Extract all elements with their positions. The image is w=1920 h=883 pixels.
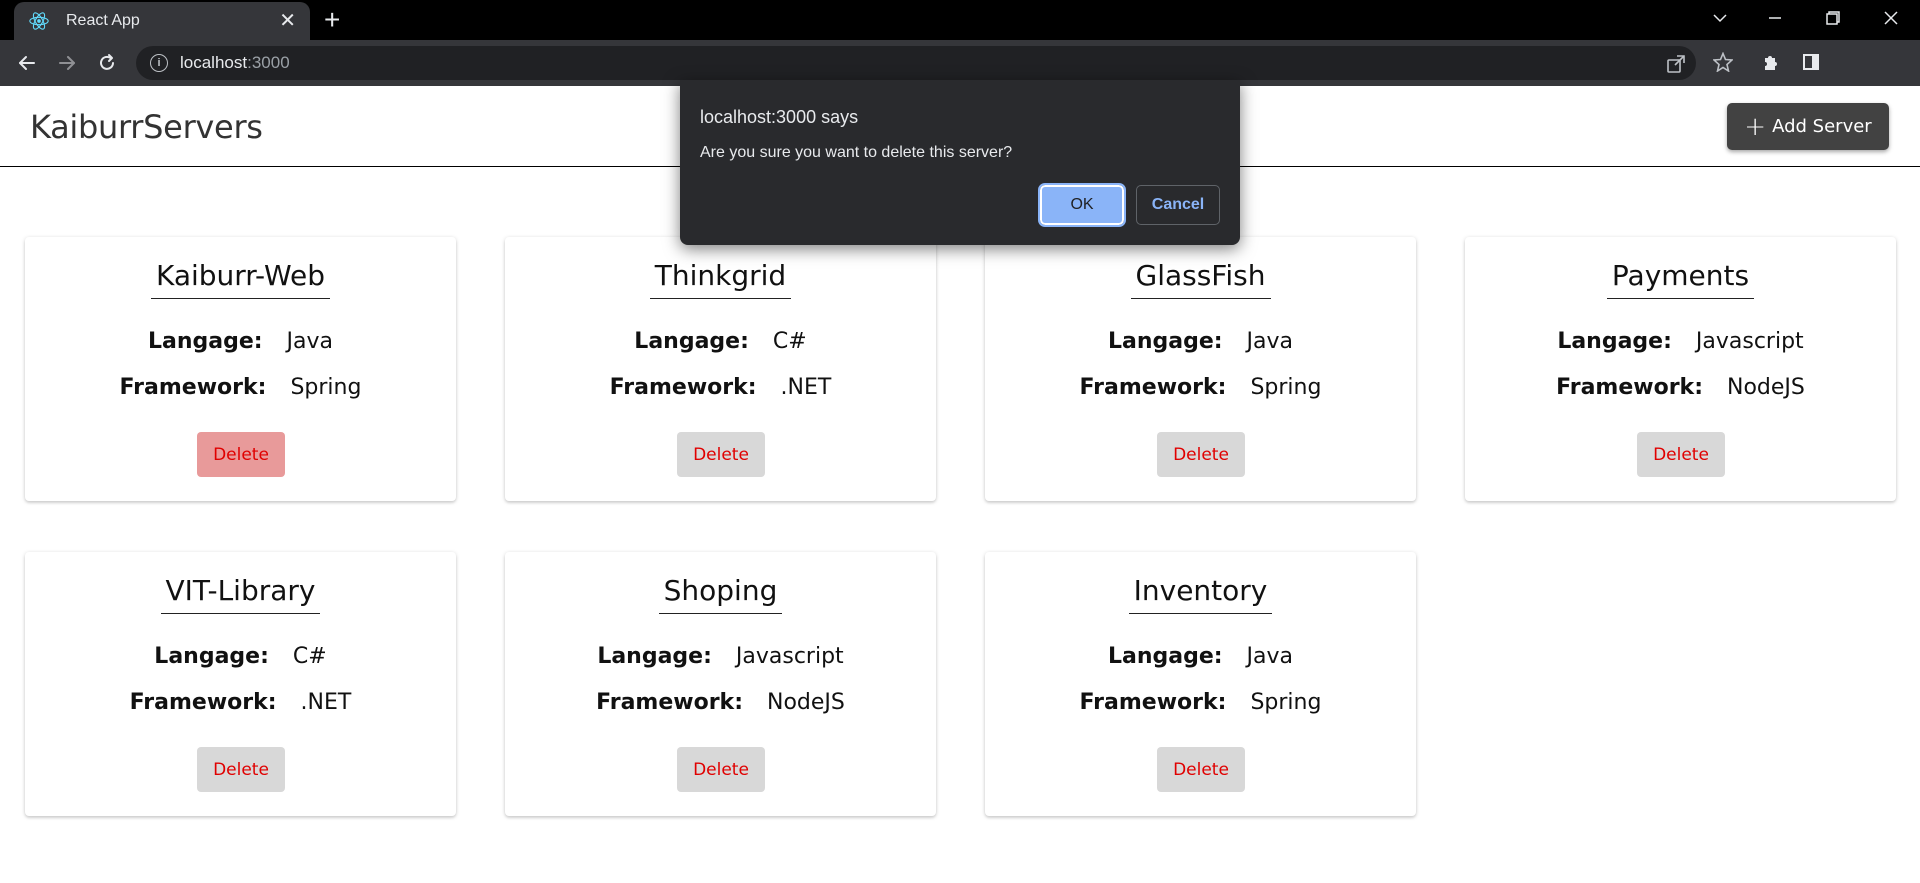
language-label: Langage: (597, 644, 712, 669)
language-label: Langage: (1107, 644, 1223, 669)
dialog-title: localhost:3000 says (700, 107, 859, 127)
language-value: Java (1246, 644, 1294, 669)
address-bar[interactable]: i localhost:3000 (136, 46, 1696, 80)
tab-title: React App (66, 12, 140, 29)
delete-button[interactable]: Delete (677, 432, 765, 477)
language-value: Javascript (1695, 329, 1804, 354)
dialog-ok-button[interactable]: OK (1038, 183, 1126, 227)
framework-value: Spring (1250, 690, 1322, 715)
side-panel-icon[interactable] (1801, 52, 1821, 77)
server-card: VIT-Library Langage: C# Framework: .NET De… (25, 552, 456, 816)
server-name: Payments (1606, 259, 1755, 299)
dialog-message: Are you sure you want to delete this ser… (700, 144, 1013, 161)
server-card: Thinkgrid Langage: C# Framework: .NET Dele… (505, 237, 936, 501)
framework-value: .NET (300, 690, 352, 715)
language-label: Langage: (147, 329, 263, 354)
framework-label: Framework: (609, 375, 757, 400)
framework-value: .NET (780, 375, 832, 400)
server-card: Inventory Langage: Java Framework: Spring … (985, 552, 1416, 816)
restore-icon[interactable] (1813, 0, 1853, 36)
framework-value: Spring (1250, 375, 1322, 400)
delete-button[interactable]: Delete (677, 747, 765, 792)
framework-value: NodeJS (1727, 375, 1805, 400)
server-card: Payments Langage: Javascript Framework: No… (1465, 237, 1896, 501)
framework-value: Spring (290, 375, 362, 400)
server-name: Thinkgrid (649, 259, 792, 299)
framework-label: Framework: (1079, 690, 1227, 715)
language-value: Java (286, 329, 334, 354)
url-host: localhost (180, 53, 248, 72)
language-value: Javascript (735, 644, 844, 669)
framework-label: Framework: (1556, 375, 1703, 400)
server-name: VIT-Library (160, 574, 321, 614)
language-label: Langage: (1107, 329, 1223, 354)
language-value: Java (1246, 329, 1294, 354)
language-label: Langage: (1557, 329, 1672, 354)
tab-search-icon[interactable] (1700, 0, 1740, 36)
minimize-icon[interactable] (1755, 0, 1795, 36)
extensions-puzzle-icon[interactable] (1761, 52, 1781, 77)
plus-icon: + (1744, 111, 1767, 142)
reload-icon[interactable] (94, 50, 120, 76)
framework-label: Framework: (1079, 375, 1227, 400)
language-label: Langage: (154, 644, 269, 669)
react-logo-icon (29, 12, 49, 30)
framework-value: NodeJS (767, 690, 845, 715)
share-icon[interactable] (1666, 54, 1686, 79)
language-value: C# (772, 329, 807, 354)
confirm-dialog: localhost:3000 says Are you sure you wan… (680, 80, 1240, 245)
server-name: GlassFish (1130, 259, 1271, 299)
server-card: Shoping Langage: Javascript Framework: Nod… (505, 552, 936, 816)
browser-titlebar: React App ✕ + (0, 0, 1920, 40)
framework-label: Framework: (596, 690, 743, 715)
dialog-cancel-button[interactable]: Cancel (1136, 185, 1220, 225)
browser-tab[interactable]: React App ✕ (14, 2, 310, 40)
new-tab-icon[interactable]: + (324, 6, 340, 34)
bookmark-star-icon[interactable] (1712, 51, 1734, 77)
server-name: Shoping (658, 574, 783, 614)
app-brand[interactable]: KaiburrServers (30, 108, 263, 146)
forward-icon[interactable] (54, 50, 80, 76)
add-server-button[interactable]: + Add Server (1727, 103, 1889, 150)
server-card: GlassFish Langage: Java Framework: Spring … (985, 237, 1416, 501)
delete-button[interactable]: Delete (1157, 747, 1245, 792)
server-name: Inventory (1128, 574, 1273, 614)
server-name: Kaiburr-Web (150, 259, 331, 299)
tab-close-icon[interactable]: ✕ (279, 11, 296, 31)
language-label: Langage: (634, 329, 749, 354)
language-value: C# (292, 644, 327, 669)
framework-label: Framework: (119, 375, 267, 400)
back-icon[interactable] (14, 50, 40, 76)
delete-button[interactable]: Delete (1157, 432, 1245, 477)
close-window-icon[interactable] (1871, 0, 1911, 36)
server-card: Kaiburr-Web Langage: Java Framework: Sprin… (25, 237, 456, 501)
delete-button[interactable]: Delete (197, 432, 285, 477)
delete-button[interactable]: Delete (1637, 432, 1725, 477)
url-port: :3000 (247, 53, 290, 72)
add-server-label: Add Server (1772, 116, 1872, 137)
delete-button[interactable]: Delete (197, 747, 285, 792)
framework-label: Framework: (129, 690, 277, 715)
site-info-icon[interactable]: i (150, 54, 168, 72)
